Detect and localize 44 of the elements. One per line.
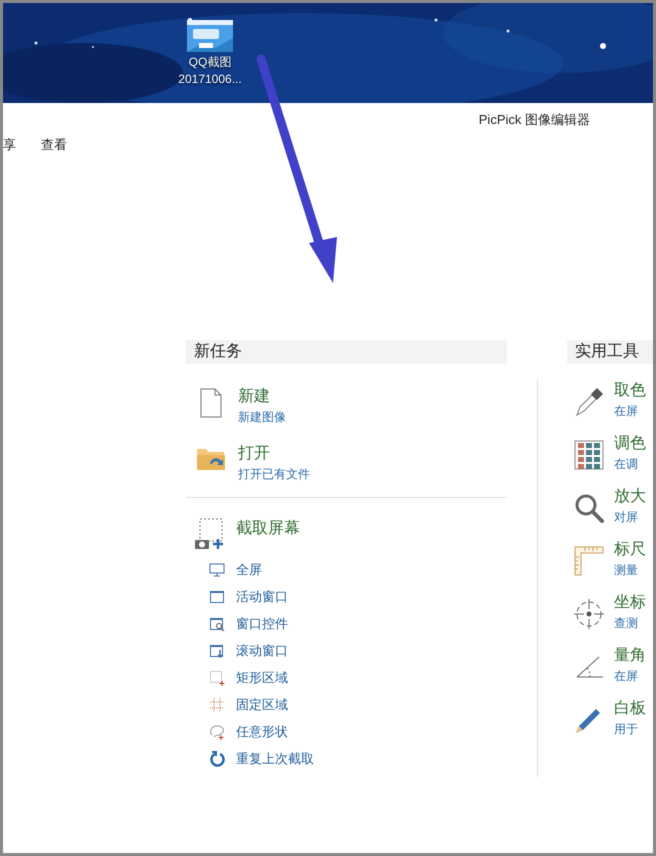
document-icon [200, 388, 222, 418]
screen-capture-icon [194, 518, 226, 550]
tool-subtitle: 在屏 [614, 668, 639, 685]
tool-title[interactable]: 量角 [614, 645, 646, 667]
task-subtitle: 新建图像 [238, 409, 286, 426]
grid-icon [209, 696, 225, 712]
tool-subtitle: 用于 [614, 721, 639, 738]
task-title[interactable]: 打开 [238, 443, 310, 465]
tool-subtitle: 在调 [614, 456, 639, 473]
palette-icon [573, 439, 605, 471]
eyedropper-icon [573, 386, 605, 418]
section-header: 新任务 [186, 340, 507, 364]
tool-subtitle: 测量 [614, 562, 639, 579]
lasso-icon [209, 724, 225, 740]
selection-icon [209, 670, 225, 686]
capture-option[interactable]: 窗口控件 [236, 614, 288, 634]
tool-subtitle: 查测 [614, 615, 639, 632]
tool-title[interactable]: 放大 [614, 486, 646, 508]
menu-tab[interactable]: 查看 [39, 134, 69, 154]
ruler-icon [573, 545, 605, 577]
tool-title[interactable]: 白板 [614, 698, 646, 720]
tool-title[interactable]: 调色 [614, 433, 646, 455]
task-title[interactable]: 新建 [238, 386, 286, 408]
task-subtitle: 打开已有文件 [238, 466, 310, 483]
crosshair-icon [573, 598, 605, 630]
capture-option[interactable]: 矩形区域 [236, 668, 288, 688]
menu-tab[interactable]: 享 [3, 134, 18, 154]
capture-option[interactable]: 滚动窗口 [236, 640, 288, 660]
capture-option[interactable]: 任意形状 [236, 722, 288, 742]
capture-option[interactable]: 固定区域 [236, 694, 288, 714]
capture-option[interactable]: 全屏 [236, 560, 262, 580]
window-title: PicPick 图像编辑器 [478, 111, 590, 129]
task-title[interactable]: 截取屏幕 [236, 518, 300, 550]
tool-subtitle: 在屏 [614, 403, 639, 420]
tool-title[interactable]: 取色 [614, 380, 646, 402]
repeat-icon [209, 750, 225, 766]
tool-title[interactable]: 标尺 [614, 539, 646, 561]
search-icon [573, 492, 605, 524]
tool-title[interactable]: 坐标 [614, 592, 646, 614]
capture-option[interactable]: 活动窗口 [236, 586, 288, 606]
monitor-icon [209, 562, 225, 578]
capture-option[interactable]: 重复上次截取 [236, 748, 314, 768]
section-header: 实用工具 [567, 340, 653, 364]
tool-subtitle: 对屏 [614, 509, 639, 526]
